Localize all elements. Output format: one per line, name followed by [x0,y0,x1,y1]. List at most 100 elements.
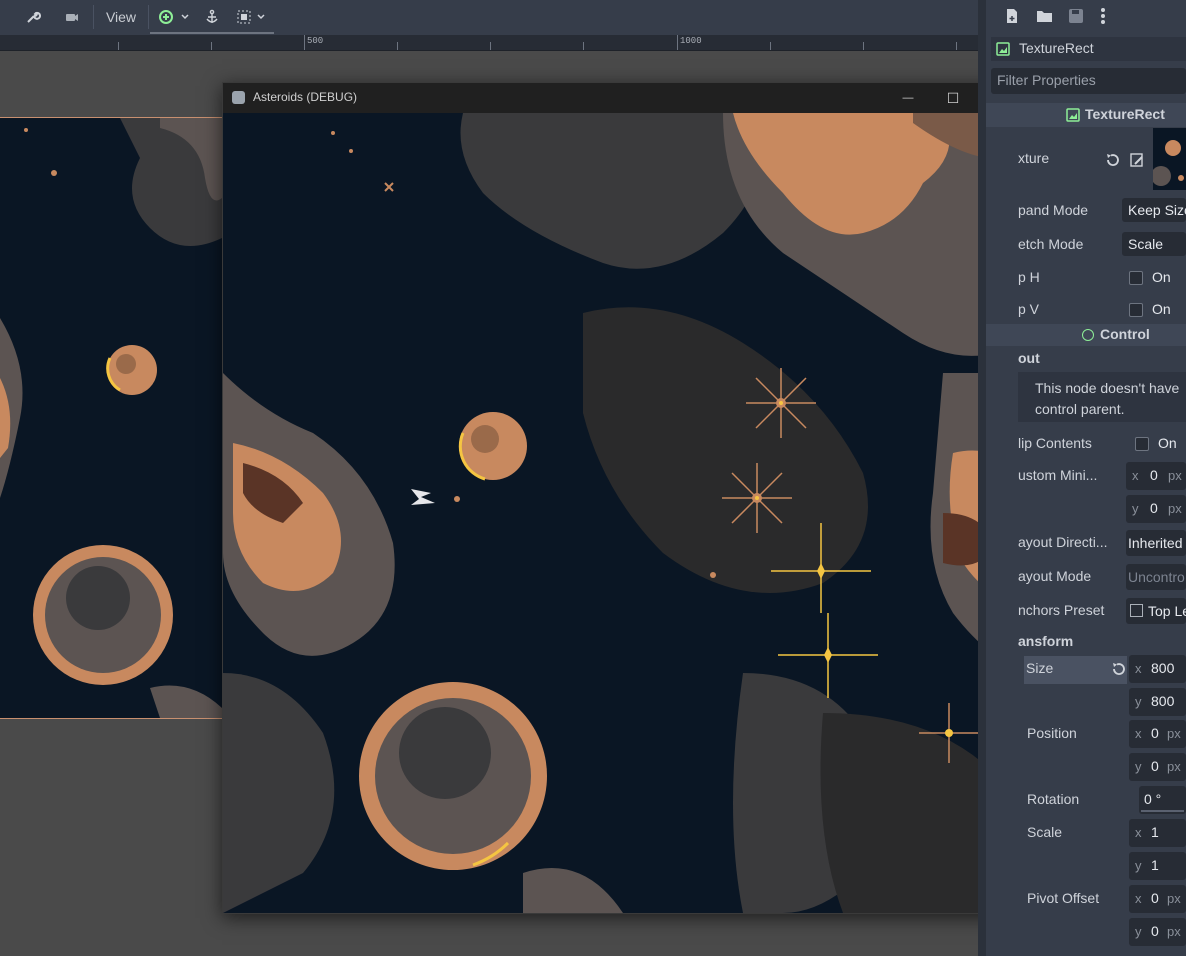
minimize-button[interactable]: — [897,87,919,109]
position-x-field[interactable]: x 0 px [1129,720,1186,748]
maximize-button[interactable]: ☐ [942,87,964,109]
debug-game-window[interactable]: Asteroids (DEBUG) — ☐ ✕ [222,82,1024,914]
anchors-preset-value: Top Le [1148,603,1186,619]
axis-x-label: x [1135,726,1142,741]
layout-group-label[interactable]: out [1018,350,1040,366]
minimize-icon: — [902,92,914,104]
pivot-x-field[interactable]: x 0 px [1129,885,1186,913]
expand-mode-value: Keep Size [1128,202,1186,218]
revert-icon[interactable] [1110,661,1126,677]
layout-mode-value: Uncontro [1128,569,1185,585]
toolbar-separator [148,5,149,29]
clip-contents-value: On [1158,435,1177,451]
texture-edit-icon[interactable] [1129,152,1145,168]
open-folder-icon[interactable] [1036,8,1054,26]
flip-v-checkbox[interactable] [1129,303,1143,317]
unit-label: px [1167,726,1181,741]
scale-x-field[interactable]: x 1 [1129,819,1186,847]
inspector-panel: TextureRect Filter Properties TextureRec… [978,0,1186,956]
clip-contents-label: lip Contents [1018,435,1092,451]
flip-v-value: On [1152,301,1171,317]
unit-label: px [1168,468,1182,483]
texture-thumbnail[interactable] [1153,128,1186,190]
transform-group-label[interactable]: ansform [1018,633,1073,649]
position-x-value: 0 [1151,725,1159,741]
maximize-icon: ☐ [946,89,960,106]
anchors-preset-label: nchors Preset [1018,602,1105,618]
custom-min-x-field[interactable]: x 0 px [1126,462,1186,490]
save-icon[interactable] [1068,8,1086,26]
filter-placeholder: Filter Properties [997,72,1096,88]
camera-icon[interactable] [61,6,83,28]
rotation-slider-track [1141,810,1184,812]
texturerect-icon [1066,108,1080,122]
size-y-field[interactable]: y 800 [1129,688,1186,716]
unit-label: px [1168,501,1182,516]
axis-y-label: y [1135,858,1142,873]
grid-snap-menu-button[interactable] [233,6,271,28]
stretch-mode-label: etch Mode [1018,236,1084,252]
wrench-icon[interactable] [22,6,44,28]
flip-h-checkbox[interactable] [1129,271,1143,285]
stretch-mode-select[interactable]: Scale [1122,232,1186,256]
axis-y-label: y [1135,694,1142,709]
class-header-control[interactable]: Control [986,324,1186,346]
texturerect-icon [996,42,1010,56]
flip-h-value: On [1152,269,1171,285]
anchors-preset-select[interactable]: Top Le [1126,598,1186,624]
anchor-icon[interactable] [201,6,223,28]
scene-texture-preview [0,117,222,719]
axis-x-label: x [1132,468,1139,483]
layout-mode-select: Uncontro [1126,564,1186,590]
rotation-label: Rotation [1027,791,1080,807]
expand-mode-select[interactable]: Keep Size [1122,198,1186,222]
unit-label: px [1167,891,1181,906]
size-label: Size [1026,660,1054,676]
position-label: Position [1027,725,1077,741]
class-header-texturerect[interactable]: TextureRect [986,103,1186,127]
flip-h-label: p H [1018,269,1040,285]
custom-min-x-value: 0 [1150,467,1158,483]
game-viewport[interactable] [223,113,1023,913]
active-tool-underline [150,32,274,34]
rotation-slider[interactable]: 0 ° [1139,786,1186,814]
pivot-y-field[interactable]: y 0 px [1129,918,1186,946]
new-resource-icon[interactable] [1004,8,1022,26]
custom-min-y-value: 0 [1150,500,1158,516]
position-y-value: 0 [1151,758,1159,774]
axis-y-label: y [1135,924,1142,939]
flip-v-label: p V [1018,301,1040,317]
size-x-value: 800 [1151,660,1175,676]
warning-line-2: control parent. [1035,401,1125,417]
axis-y-label: y [1135,759,1142,774]
layout-direction-select[interactable]: Inherited [1126,530,1186,556]
control-icon [1082,329,1094,341]
warning-box: This node doesn't have control parent. [1018,372,1186,422]
filter-properties-input[interactable]: Filter Properties [991,68,1186,94]
warning-line-1: This node doesn't have [1035,380,1180,396]
clip-contents-checkbox[interactable] [1135,437,1149,451]
more-options-icon[interactable] [1100,7,1110,27]
pivot-x-value: 0 [1151,890,1159,906]
size-x-field[interactable]: x 800 [1129,655,1186,683]
stretch-mode-value: Scale [1128,236,1164,252]
control-header-label: Control [1100,326,1150,342]
pivot-offset-label: Pivot Offset [1027,890,1100,906]
scale-y-field[interactable]: y 1 [1129,852,1186,880]
view-menu-button[interactable]: View [100,6,142,28]
object-selector[interactable]: TextureRect [991,37,1186,61]
ruler-label-1000: 1000 [680,36,702,46]
axis-y-label: y [1132,501,1139,516]
revert-icon[interactable] [1104,152,1120,168]
position-y-field[interactable]: y 0 px [1129,753,1186,781]
custom-min-y-field[interactable]: y 0 px [1126,495,1186,523]
expand-mode-label: pand Mode [1018,202,1089,218]
add-node-menu-button[interactable] [155,6,193,28]
window-titlebar[interactable]: Asteroids (DEBUG) — ☐ ✕ [223,83,1023,113]
ruler-label-500: 500 [307,36,324,46]
texture-label: xture [1018,150,1050,166]
anchor-preset-icon [1130,604,1143,617]
editor-toolbar: View [0,0,978,35]
scale-x-value: 1 [1151,824,1159,840]
window-title: Asteroids (DEBUG) [253,90,358,104]
